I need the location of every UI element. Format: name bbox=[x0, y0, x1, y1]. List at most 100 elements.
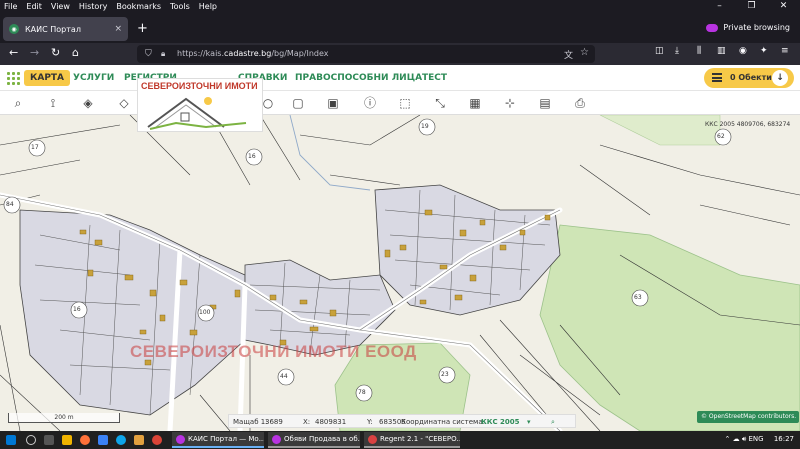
nav-uslugi[interactable]: УСЛУГИ bbox=[73, 73, 114, 83]
lock-icon[interactable]: 🔒︎ bbox=[161, 49, 165, 59]
sidebar-icon[interactable]: ▥ bbox=[717, 46, 726, 56]
menu-tools[interactable]: Tools bbox=[166, 2, 195, 11]
y-label: Y: bbox=[367, 418, 373, 426]
rectangle-select-icon[interactable]: ▢ bbox=[290, 95, 306, 111]
close-tab-icon[interactable]: × bbox=[114, 24, 122, 34]
menu-help[interactable]: Help bbox=[195, 2, 222, 11]
system-tray: ⌃ ☁ 🔊︎ ENG 16:27 bbox=[725, 435, 794, 444]
pocket-icon[interactable]: ◫ bbox=[655, 46, 664, 56]
close-window-button[interactable]: ✕ bbox=[768, 0, 800, 13]
taskbar-app-regent[interactable]: Regent 2.1 - "СЕВЕРО... bbox=[364, 432, 460, 448]
translate-icon[interactable]: 文 bbox=[564, 48, 573, 61]
polygon-select-icon[interactable]: ▣ bbox=[325, 95, 341, 111]
kais-favicon-icon: ◉ bbox=[9, 24, 19, 34]
chrome-icon[interactable] bbox=[152, 435, 162, 445]
tab-title: КАИС Портал bbox=[25, 24, 81, 34]
private-mask-icon bbox=[706, 23, 719, 32]
map-icon[interactable]: ▦ bbox=[467, 95, 483, 111]
forward-icon[interactable]: → bbox=[30, 46, 39, 59]
file-explorer-icon[interactable] bbox=[62, 435, 72, 445]
folder-icon[interactable] bbox=[134, 435, 144, 445]
osm-credit[interactable]: © OpenStreetMap contributors. bbox=[697, 411, 799, 423]
layers-icon[interactable]: ◈ bbox=[80, 95, 96, 111]
search-coords-icon[interactable]: ⌕ bbox=[551, 418, 555, 427]
back-icon[interactable]: ← bbox=[9, 46, 18, 59]
arrow-down-icon: ↓ bbox=[772, 70, 788, 86]
scale-label: Мащаб 1: bbox=[233, 418, 268, 426]
browser-menubar: File Edit View History Bookmarks Tools H… bbox=[0, 0, 800, 13]
tab-strip: ◉ КАИС Портал × + Private browsing bbox=[0, 13, 800, 43]
coordinate-system-select[interactable]: ККС 2005 bbox=[481, 418, 520, 426]
windows-start-icon[interactable] bbox=[6, 435, 16, 445]
apps-grid-icon[interactable] bbox=[7, 72, 20, 85]
taskbar-app-obiavi[interactable]: Обяви Продава в об... bbox=[268, 432, 360, 448]
base-layers-icon[interactable]: ◇ bbox=[116, 95, 132, 111]
app-menu-icon[interactable]: ≡ bbox=[781, 46, 789, 56]
watermark-text: СЕВЕРОИЗТОЧНИ ИМОТИ ЕООД bbox=[130, 342, 417, 361]
map-label: 16 bbox=[73, 306, 81, 313]
menu-edit[interactable]: Edit bbox=[22, 2, 47, 11]
bookmark-star-icon[interactable]: ☆ bbox=[580, 47, 589, 58]
map-label: 19 bbox=[421, 123, 429, 130]
regent-icon bbox=[368, 435, 377, 444]
chevron-down-icon[interactable]: ▾ bbox=[527, 418, 531, 426]
word-icon[interactable] bbox=[98, 435, 108, 445]
clock[interactable]: 16:27 bbox=[774, 435, 794, 443]
measure-distance-icon[interactable]: ⤡ bbox=[432, 95, 448, 111]
map-canvas[interactable] bbox=[0, 115, 800, 431]
task-view-icon[interactable] bbox=[44, 435, 54, 445]
new-tab-button[interactable]: + bbox=[137, 21, 148, 36]
map-label: 62 bbox=[717, 133, 725, 140]
home-icon[interactable]: ⌂ bbox=[72, 46, 79, 59]
cadastral-map[interactable]: 17 16 19 62 84 16 63 78 23 100 44 bbox=[0, 115, 800, 431]
document-icon[interactable]: ▤ bbox=[537, 95, 553, 111]
url-bar[interactable]: ⛉ 🔒︎ https://kais.cadastre.bg/bg/Map/Ind… bbox=[137, 45, 595, 63]
print-icon[interactable]: ⎙ bbox=[572, 95, 588, 111]
maximize-button[interactable]: ❐ bbox=[736, 0, 768, 13]
search-icon[interactable] bbox=[26, 435, 36, 445]
map-label: 84 bbox=[6, 201, 14, 208]
coordinate-bar: Мащаб 1: 3689 X: 4809831 Y: 683505 Коорд… bbox=[228, 414, 576, 428]
edge-icon[interactable] bbox=[116, 435, 126, 445]
extensions-icon[interactable]: ✦ bbox=[760, 46, 768, 56]
nav-test[interactable]: ТЕСТ bbox=[422, 73, 447, 83]
tray-icons[interactable]: ⌃ ☁ 🔊︎ bbox=[725, 435, 749, 443]
map-label: 17 bbox=[31, 144, 39, 151]
menu-bookmarks[interactable]: Bookmarks bbox=[112, 2, 166, 11]
taskbar-app-kais[interactable]: КАИС Портал — Мо... bbox=[172, 432, 264, 448]
route-icon[interactable]: ⟟ bbox=[45, 95, 61, 111]
info-icon[interactable]: ⓘ bbox=[362, 95, 378, 111]
browser-tab-kais[interactable]: ◉ КАИС Портал × bbox=[3, 17, 128, 41]
reload-icon[interactable]: ↻ bbox=[51, 46, 60, 59]
nav-karta[interactable]: КАРТА bbox=[24, 70, 71, 86]
nav-pravosposobni-lica[interactable]: ПРАВОСПОСОБНИ ЛИЦА bbox=[295, 73, 422, 83]
search-icon[interactable]: ⌕ bbox=[10, 95, 26, 111]
agency-logo: СЕВЕРОИЗТОЧНИ ИМОТИ bbox=[137, 78, 263, 132]
menu-view[interactable]: View bbox=[47, 2, 75, 11]
language-indicator[interactable]: ENG bbox=[748, 435, 763, 443]
app-header: КАРТА УСЛУГИ РЕГИСТРИ СПРАВКИ ПРАВОСПОСО… bbox=[0, 65, 800, 91]
coordinates-icon[interactable]: ⊹ bbox=[502, 95, 518, 111]
map-label: 78 bbox=[358, 389, 366, 396]
measure-area-icon[interactable]: ⬚ bbox=[397, 95, 413, 111]
library-icon[interactable]: ⫼ bbox=[697, 46, 701, 56]
url-text[interactable]: https://kais.cadastre.bg/bg/Map/Index bbox=[177, 49, 329, 58]
minimize-button[interactable]: – bbox=[704, 0, 736, 13]
objects-button[interactable]: 0 Обекти ↓ bbox=[704, 68, 794, 88]
windows-taskbar: КАИС Портал — Мо... Обяви Продава в об..… bbox=[0, 431, 800, 449]
menu-history[interactable]: History bbox=[75, 2, 112, 11]
coordinate-system-label: Координатна система: bbox=[401, 418, 485, 426]
scale-value[interactable]: 3689 bbox=[265, 418, 283, 426]
downloads-icon[interactable]: ⤓ bbox=[675, 46, 679, 56]
firefox-icon[interactable] bbox=[80, 435, 90, 445]
menu-file[interactable]: File bbox=[0, 2, 22, 11]
scale-bar: 200 m bbox=[8, 413, 120, 423]
private-browsing-indicator: Private browsing bbox=[706, 23, 790, 32]
scale-bar-label: 200 m bbox=[54, 414, 74, 421]
window-controls: – ❐ ✕ bbox=[704, 0, 800, 13]
map-label: 23 bbox=[441, 371, 449, 378]
logo-text: СЕВЕРОИЗТОЧНИ ИМОТИ bbox=[141, 81, 258, 91]
account-icon[interactable]: ◉ bbox=[739, 46, 747, 56]
shield-icon[interactable]: ⛉ bbox=[145, 49, 152, 59]
firefox-private-icon bbox=[176, 435, 185, 444]
